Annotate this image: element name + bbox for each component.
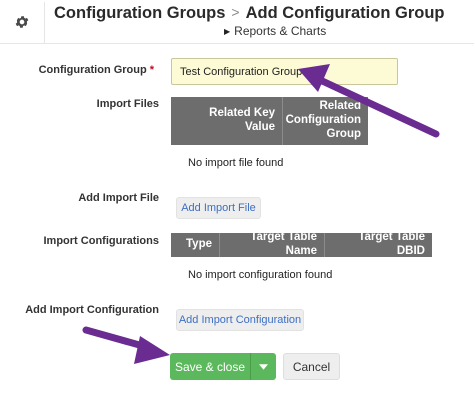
import-configurations-table-header: Type Target Table Name Target Table DBID [171,231,432,257]
save-options-dropdown[interactable] [250,353,276,380]
import-configurations-empty-message: No import configuration found [188,269,333,281]
column-target-table-dbid[interactable]: Target Table DBID [325,231,432,257]
reports-charts-link[interactable]: ▶ Reports & Charts [224,24,326,38]
save-and-close-button[interactable]: Save & close [170,353,250,380]
configuration-group-label: Configuration Group * [39,64,154,76]
arrow-to-save-icon [82,326,170,364]
settings-button[interactable] [6,6,38,38]
breadcrumb-separator: > [231,4,240,20]
add-import-file-label: Add Import File [78,192,159,204]
configuration-group-input[interactable]: Test Configuration Group [171,58,398,85]
caret-right-icon: ▶ [224,26,231,36]
add-import-configuration-button[interactable]: Add Import Configuration [176,309,304,331]
import-files-table-header: Related Key Value Related Configuration … [171,97,368,145]
breadcrumb: Configuration Groups > Add Configuration G… [54,4,444,23]
import-configurations-label: Import Configurations [43,235,160,247]
page-header: Configuration Groups > Add Configuration G… [0,0,474,44]
save-button-group: Save & close [170,353,276,380]
import-files-empty-message: No import file found [188,157,284,169]
required-marker: * [149,64,154,76]
reports-charts-label: Reports & Charts [234,24,327,38]
import-files-label: Import Files [96,98,159,110]
header-divider [44,2,45,44]
configuration-group-label-text: Configuration Group [38,64,147,76]
page-title: Add Configuration Group [245,4,445,22]
gear-icon [15,16,29,28]
column-target-table-name[interactable]: Target Table Name [220,231,325,257]
column-type[interactable]: Type [171,233,220,257]
add-import-configuration-label: Add Import Configuration [25,304,159,316]
chevron-down-icon [259,363,268,370]
breadcrumb-parent-link[interactable]: Configuration Groups [54,4,225,22]
cancel-button[interactable]: Cancel [283,353,340,380]
add-import-file-button[interactable]: Add Import File [176,197,261,219]
column-related-key-value[interactable]: Related Key Value [171,97,283,145]
column-related-configuration-group[interactable]: Related Configuration Group [283,97,368,145]
